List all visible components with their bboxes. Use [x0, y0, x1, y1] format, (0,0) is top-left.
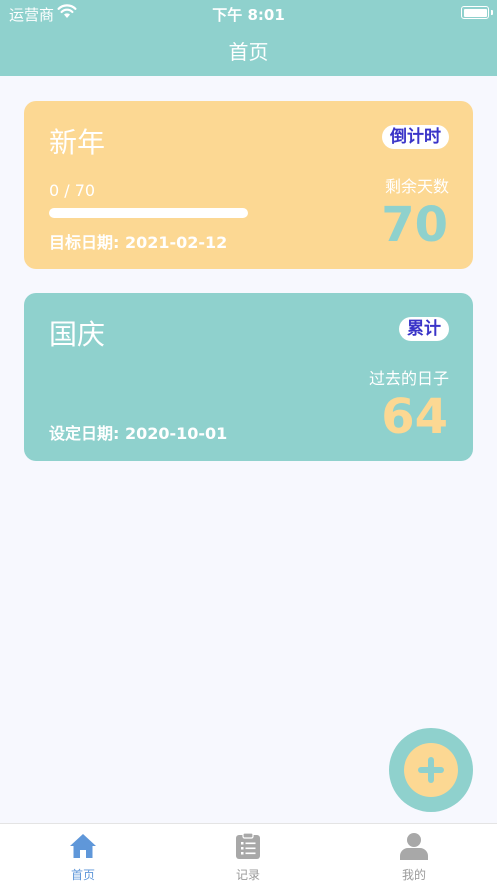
remaining-days-value: 70 — [381, 197, 448, 253]
card-title: 新年 — [49, 126, 106, 159]
progress-bar — [49, 208, 248, 218]
plus-icon — [404, 743, 458, 797]
countdown-card-new-year[interactable]: 新年 倒计时 0 / 70 目标日期: 2021-02-12 剩余天数 70 — [24, 101, 473, 269]
past-days-label: 过去的日子 — [368, 369, 449, 388]
status-bar: 运营商 下午 8:01 — [0, 0, 497, 26]
cumulative-tag: 累计 — [399, 317, 449, 341]
countdown-tag: 倒计时 — [382, 125, 449, 149]
page-title: 首页 — [228, 40, 269, 64]
tab-bar: 首页 记录 我的 — [0, 823, 497, 884]
set-date: 设定日期: 2020-10-01 — [49, 424, 228, 443]
card-title: 国庆 — [49, 318, 106, 351]
tab-records[interactable]: 记录 — [208, 824, 288, 884]
home-icon — [70, 834, 96, 858]
progress-text: 0 / 70 — [49, 181, 96, 200]
add-event-button[interactable] — [389, 728, 473, 812]
cumulative-card-national-day[interactable]: 国庆 累计 过去的日子 64 设定日期: 2020-10-01 — [24, 293, 473, 461]
tab-mine-label: 我的 — [401, 868, 426, 882]
person-icon — [400, 833, 428, 860]
clipboard-icon — [236, 832, 260, 859]
tab-mine[interactable]: 我的 — [374, 824, 454, 884]
past-days-value: 64 — [381, 389, 448, 445]
status-time: 下午 8:01 — [212, 6, 285, 24]
target-date: 目标日期: 2021-02-12 — [49, 233, 228, 252]
battery-icon — [461, 6, 493, 19]
app-header: 运营商 下午 8:01 首页 — [0, 0, 497, 76]
remaining-days-label: 剩余天数 — [384, 177, 449, 196]
tab-records-label: 记录 — [235, 868, 260, 882]
tab-home[interactable]: 首页 — [43, 824, 123, 884]
tab-home-label: 首页 — [70, 868, 95, 882]
